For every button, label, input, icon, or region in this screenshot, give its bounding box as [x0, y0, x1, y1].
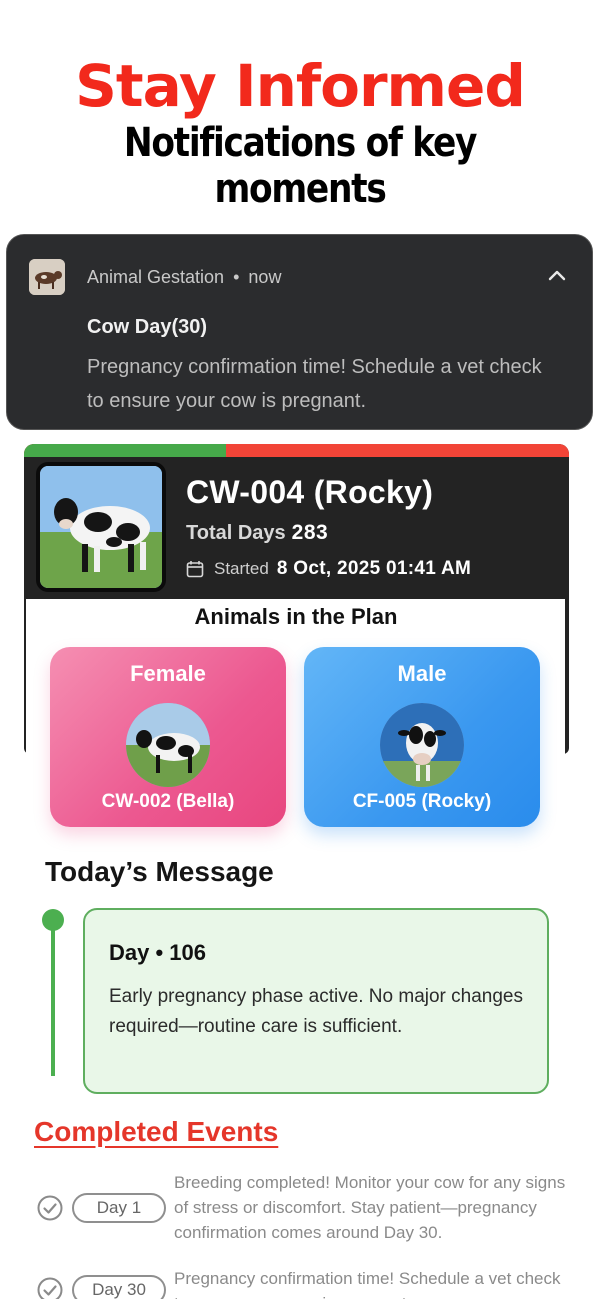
subheadline: Notifications of key moments — [123, 120, 478, 212]
notification-app-line: Animal Gestation • now — [87, 267, 281, 288]
notification-separator: • — [233, 267, 240, 287]
todays-message-box: Day • 106 Early pregnancy phase active. … — [83, 908, 549, 1094]
headline: Stay Informed — [75, 52, 526, 120]
female-avatar — [126, 703, 210, 787]
todays-message-title: Today’s Message — [45, 856, 274, 887]
chevron-up-icon[interactable] — [546, 265, 568, 287]
notification-title: Cow Day(30) — [87, 316, 208, 338]
total-days-value: 283 — [291, 521, 329, 544]
male-avatar — [380, 703, 464, 787]
timeline-line — [51, 930, 55, 1076]
female-tag: CW-002 (Bella) — [101, 791, 235, 812]
event-text: Breeding completed! Monitor your cow for… — [174, 1173, 566, 1242]
notification-card[interactable]: Animal Gestation • now Cow Day(30) Pregn… — [6, 234, 593, 430]
gestation-progress-fill — [24, 444, 226, 457]
animals-title: Animals in the Plan — [194, 604, 398, 629]
notification-body: Pregnancy confirmation time! Schedule a … — [87, 356, 542, 412]
completed-events-title: Completed Events — [34, 1116, 279, 1147]
male-label: Male — [397, 661, 447, 686]
event-day-pill: Day 30 — [72, 1275, 166, 1299]
started-value: 8 Oct, 2025 01:41 AM — [276, 558, 472, 579]
check-circle-icon — [37, 1277, 63, 1299]
started-label: Started — [214, 559, 269, 578]
calendar-icon — [186, 561, 204, 578]
cow-icon — [29, 259, 65, 295]
started-date: Started 8 Oct, 2025 01:41 AM — [186, 558, 471, 580]
check-circle-icon — [37, 1195, 63, 1221]
notification-app-name: Animal Gestation — [87, 267, 225, 287]
event-text: Pregnancy confirmation time! Schedule a … — [174, 1269, 561, 1299]
total-days: Total Days 283 — [186, 521, 328, 545]
total-days-label: Total Days — [186, 522, 286, 544]
gestation-progress-bar — [24, 444, 569, 457]
todays-day-label: Day • 106 — [109, 940, 206, 965]
plan-cow-photo — [36, 462, 166, 592]
male-animal-card[interactable]: Male CF-005 (Rocky) — [304, 647, 540, 827]
notification-time: now — [248, 267, 282, 287]
female-label: Female — [130, 661, 206, 686]
timeline-dot — [42, 909, 64, 931]
todays-message-text: Early pregnancy phase active. No major c… — [109, 986, 524, 1037]
female-animal-card[interactable]: Female CW-002 (Bella) — [50, 647, 286, 827]
male-tag: CF-005 (Rocky) — [352, 791, 492, 812]
plan-title: CW-004 (Rocky) — [186, 474, 434, 510]
event-day-pill: Day 1 — [72, 1193, 166, 1223]
